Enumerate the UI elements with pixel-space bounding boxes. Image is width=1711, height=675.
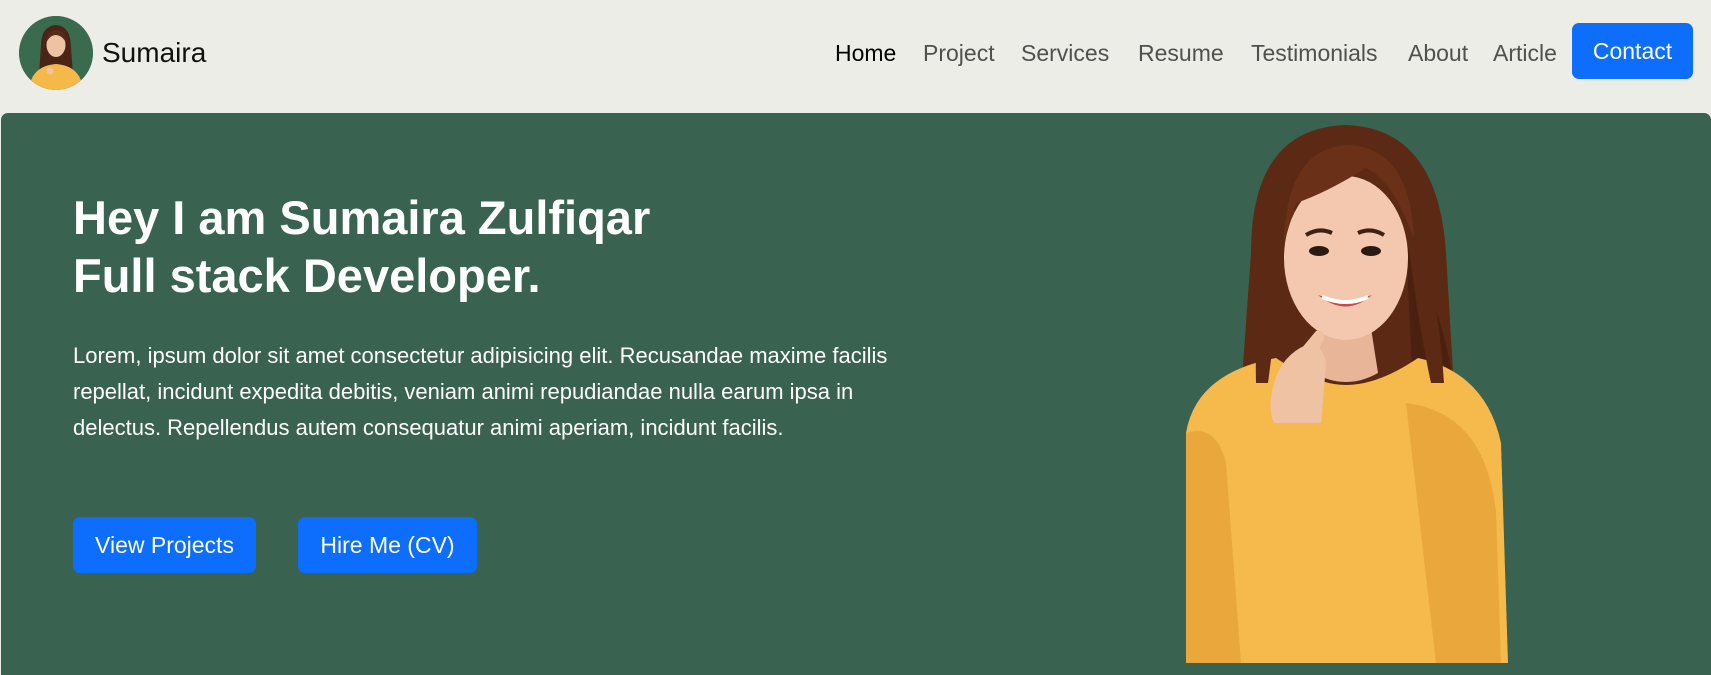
- nav-links: Home Project Services Resume Testimonial…: [0, 39, 1711, 69]
- nav-article[interactable]: Article: [1493, 39, 1557, 67]
- hero-title-name: Hey I am Sumaira Zulfiqar: [73, 191, 651, 244]
- hero-title-role: Full stack Developer.: [73, 249, 541, 302]
- nav-project[interactable]: Project: [923, 39, 995, 67]
- view-projects-button[interactable]: View Projects: [73, 517, 256, 573]
- navbar: Sumaira Home Project Services Resume Tes…: [0, 0, 1711, 113]
- nav-testimonials[interactable]: Testimonials: [1251, 39, 1378, 67]
- nav-services[interactable]: Services: [1021, 39, 1109, 67]
- hero-description: Lorem, ipsum dolor sit amet consectetur …: [73, 343, 888, 440]
- contact-button[interactable]: Contact: [1572, 23, 1693, 79]
- hero-section: Hey I am Sumaira Zulfiqar Full stack Dev…: [1, 113, 1711, 675]
- hire-me-button[interactable]: Hire Me (CV): [298, 517, 477, 573]
- nav-home[interactable]: Home: [835, 39, 896, 67]
- hero-title: Hey I am Sumaira Zulfiqar Full stack Dev…: [73, 189, 650, 305]
- nav-about[interactable]: About: [1408, 39, 1468, 67]
- nav-resume[interactable]: Resume: [1138, 39, 1224, 67]
- portrait-image: [1156, 123, 1536, 663]
